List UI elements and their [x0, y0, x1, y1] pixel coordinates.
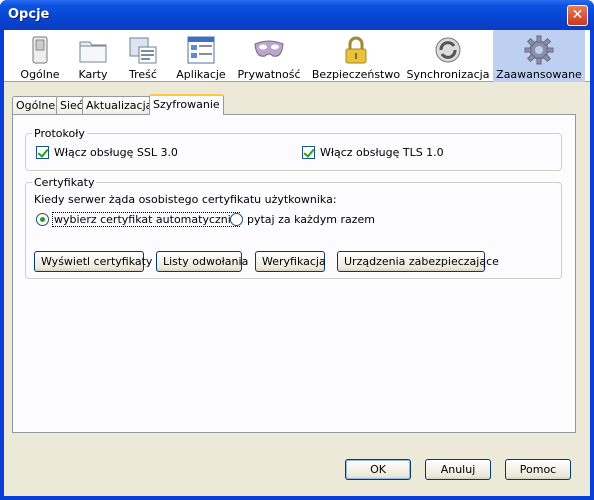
options-window: Opcje ✕ Ogólne Karty Treść Aplikacje Pry…	[0, 0, 594, 500]
security-devices-button[interactable]: Urządzenia zabezpieczające	[337, 251, 499, 272]
tab-encryption-label: Szyfrowanie	[153, 98, 220, 111]
view-certificates-button[interactable]: Wyświetl certyfikaty	[34, 251, 152, 272]
tab-network-label: Sieć	[60, 99, 83, 112]
ssl-check-icon	[36, 146, 49, 159]
tab-encryption[interactable]: Szyfrowanie	[149, 94, 224, 115]
close-button[interactable]: ✕	[567, 5, 588, 26]
radio-auto-select[interactable]: wybierz certyfikat automatycznie	[36, 212, 240, 227]
folder-tabs-icon	[79, 41, 107, 63]
mask-icon	[254, 40, 284, 57]
pane-content-label: Treść	[129, 68, 157, 81]
radio-ask-dot	[230, 213, 243, 226]
ssl-label: Włącz obsługę SSL 3.0	[54, 146, 178, 159]
pane-general[interactable]: Ogólne	[12, 30, 68, 82]
pane-privacy-label: Prywatność	[237, 68, 301, 81]
radio-ask-every-time[interactable]: pytaj za każdym razem	[230, 213, 375, 226]
tab-update[interactable]: Aktualizacja	[82, 96, 157, 114]
sync-icon	[435, 37, 461, 63]
tab-general[interactable]: Ogólne	[12, 96, 60, 114]
pane-security[interactable]: Bezpieczeństwo	[310, 30, 402, 82]
padlock-icon	[345, 36, 367, 64]
title-bar[interactable]: Opcje ✕	[0, 0, 594, 30]
protocols-legend: Protokoły	[32, 127, 87, 140]
preferences-toolbar: Ogólne Karty Treść Aplikacje Prywatność …	[4, 30, 590, 82]
help-button[interactable]: Pomoc	[505, 459, 571, 480]
close-icon: ✕	[571, 7, 584, 23]
applications-icon	[187, 36, 215, 64]
protocols-group: Protokoły Włącz obsługę SSL 3.0 Włącz ob…	[25, 127, 562, 171]
radio-auto-label: wybierz certyfikat automatycznie	[52, 212, 240, 227]
radio-ask-label: pytaj za każdym razem	[247, 213, 376, 226]
revocation-lists-button[interactable]: Listy odwołania	[156, 251, 248, 272]
tls-label: Włącz obsługę TLS 1.0	[320, 146, 444, 159]
tab-general-label: Ogólne	[16, 99, 56, 112]
encryption-panel: Protokoły Włącz obsługę SSL 3.0 Włącz ob…	[12, 114, 576, 433]
pane-security-label: Bezpieczeństwo	[311, 68, 401, 81]
ssl-checkbox[interactable]: Włącz obsługę SSL 3.0	[36, 146, 178, 159]
pane-applications[interactable]: Aplikacje	[174, 30, 228, 82]
pane-sync-label: Synchronizacja	[406, 68, 490, 81]
certificate-prompt: Kiedy serwer żąda osobistego certyfikatu…	[34, 193, 337, 206]
tls-check-icon	[302, 146, 315, 159]
pane-sync[interactable]: Synchronizacja	[406, 30, 490, 82]
pane-advanced-label: Zaawansowane	[496, 68, 582, 81]
window-title: Opcje	[8, 7, 50, 22]
certificates-legend: Certyfikaty	[32, 176, 97, 189]
radio-auto-dot	[36, 213, 49, 226]
certificates-group: Certyfikaty Kiedy serwer żąda osobistego…	[25, 176, 562, 279]
tls-checkbox[interactable]: Włącz obsługę TLS 1.0	[302, 146, 444, 159]
pane-tabs-label: Karty	[78, 68, 108, 81]
pane-general-label: Ogólne	[20, 68, 60, 81]
ok-button[interactable]: OK	[345, 459, 411, 480]
pane-privacy[interactable]: Prywatność	[236, 30, 302, 82]
switch-icon	[32, 36, 48, 64]
cancel-button[interactable]: Anuluj	[425, 459, 491, 480]
tab-update-label: Aktualizacja	[86, 99, 153, 112]
pane-applications-label: Aplikacje	[176, 68, 226, 81]
verification-button[interactable]: Weryfikacja	[255, 251, 326, 272]
pane-content[interactable]: Treść	[120, 30, 166, 82]
pane-tabs[interactable]: Karty	[68, 30, 118, 82]
gear-icon	[524, 35, 554, 65]
pane-advanced[interactable]: Zaawansowane	[493, 30, 585, 82]
content-icon	[129, 37, 157, 64]
dialog-client: Ogólne Karty Treść Aplikacje Prywatność …	[4, 30, 590, 496]
